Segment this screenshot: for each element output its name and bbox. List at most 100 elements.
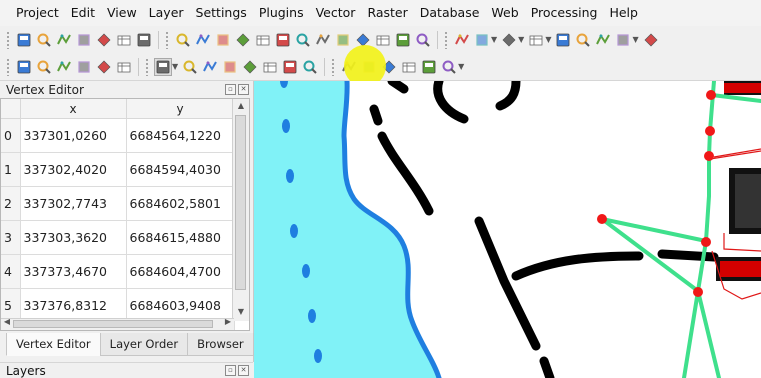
zoom-in-icon[interactable]: [214, 31, 232, 49]
add-ring-icon[interactable]: [95, 58, 113, 76]
refresh-icon[interactable]: [414, 31, 432, 49]
zoom-to-selection-icon[interactable]: [274, 31, 292, 49]
offset-curve-icon[interactable]: [420, 58, 438, 76]
snapping-icon[interactable]: [340, 58, 358, 76]
menu-processing[interactable]: Processing: [525, 0, 604, 26]
tab-browser[interactable]: Browser: [187, 333, 254, 356]
toolbar-grip[interactable]: [165, 30, 169, 49]
float-panel-icon[interactable]: ▫: [225, 84, 236, 95]
menu-database[interactable]: Database: [414, 0, 486, 26]
add-polygon-feature-icon[interactable]: [55, 58, 73, 76]
vertex-marker[interactable]: [597, 214, 607, 224]
close-panel-icon[interactable]: ✕: [238, 84, 249, 95]
copy-features-icon[interactable]: [241, 58, 259, 76]
toolbar-grip[interactable]: [6, 57, 10, 76]
fill-ring-icon[interactable]: [380, 58, 398, 76]
zoom-next-icon[interactable]: [334, 31, 352, 49]
float-layers-icon[interactable]: ▫: [225, 365, 236, 376]
menu-help[interactable]: Help: [603, 0, 644, 26]
row-index[interactable]: 3: [1, 220, 21, 255]
menu-vector[interactable]: Vector: [310, 0, 362, 26]
bookmarks-icon[interactable]: [394, 31, 412, 49]
cell-x[interactable]: 337302,7743: [20, 186, 127, 221]
horizontal-scroll-thumb[interactable]: [13, 320, 213, 328]
zoom-out-icon[interactable]: [234, 31, 252, 49]
column-header-x[interactable]: x: [20, 99, 127, 119]
close-layers-icon[interactable]: ✕: [238, 365, 249, 376]
processing-toolbox-icon[interactable]: [554, 31, 572, 49]
menu-web[interactable]: Web: [485, 0, 524, 26]
new-map-view-icon[interactable]: [354, 31, 372, 49]
column-header-y[interactable]: y: [126, 99, 235, 119]
vertex-tool-icon[interactable]: [154, 57, 172, 76]
scroll-up-icon[interactable]: ▲: [233, 99, 249, 113]
identify-icon[interactable]: [453, 31, 471, 49]
annotation-icon[interactable]: [614, 31, 632, 49]
pan-icon[interactable]: [174, 31, 192, 49]
dropdown-arrow-icon[interactable]: ▼: [172, 62, 178, 71]
menu-view[interactable]: View: [101, 0, 143, 26]
tips-icon[interactable]: [642, 31, 660, 49]
layout-manager-icon[interactable]: [115, 31, 133, 49]
cell-x[interactable]: 337373,4670: [20, 254, 127, 289]
delete-selected-icon[interactable]: [201, 58, 219, 76]
paste-features-icon[interactable]: [261, 58, 279, 76]
undo-icon[interactable]: [281, 58, 299, 76]
vertical-scrollbar[interactable]: ▲ ▼: [232, 99, 249, 321]
style-manager-icon[interactable]: [135, 31, 153, 49]
reshape-icon[interactable]: [400, 58, 418, 76]
cell-y[interactable]: 6684602,5801: [126, 186, 235, 221]
map-canvas[interactable]: [254, 81, 761, 378]
cell-x[interactable]: 337301,0260: [20, 118, 127, 153]
temporal-controller-icon[interactable]: [374, 31, 392, 49]
cell-y[interactable]: 6684564,1220: [126, 118, 235, 153]
open-project-icon[interactable]: [35, 31, 53, 49]
select-features-icon[interactable]: [473, 31, 491, 49]
table-row[interactable]: 3 337303,3620 6684615,4880: [1, 220, 235, 255]
vertex-marker[interactable]: [706, 90, 716, 100]
cell-y[interactable]: 6684594,4030: [126, 152, 235, 187]
zoom-full-icon[interactable]: [254, 31, 272, 49]
save-as-icon[interactable]: [75, 31, 93, 49]
new-project-icon[interactable]: [15, 31, 33, 49]
menu-raster[interactable]: Raster: [361, 0, 413, 26]
zoom-last-icon[interactable]: [314, 31, 332, 49]
tab-vertex-editor[interactable]: Vertex Editor: [6, 333, 101, 356]
row-index[interactable]: 2: [1, 186, 21, 221]
cell-x[interactable]: 337302,4020: [20, 152, 127, 187]
vertex-marker[interactable]: [704, 151, 714, 161]
vertex-marker[interactable]: [705, 126, 715, 136]
redo-icon[interactable]: [301, 58, 319, 76]
new-print-layout-icon[interactable]: [95, 31, 113, 49]
split-features-icon[interactable]: [440, 58, 458, 76]
trace-icon[interactable]: [360, 58, 378, 76]
toolbar-grip[interactable]: [444, 30, 448, 49]
save-project-icon[interactable]: [55, 31, 73, 49]
current-edits-icon[interactable]: [15, 58, 33, 76]
table-row[interactable]: 2 337302,7743 6684602,5801: [1, 186, 235, 221]
cut-features-icon[interactable]: [221, 58, 239, 76]
pan-to-selection-icon[interactable]: [194, 31, 212, 49]
dropdown-arrow-icon[interactable]: ▼: [545, 35, 551, 44]
vertex-marker[interactable]: [701, 237, 711, 247]
vertex-markers[interactable]: [597, 90, 716, 297]
menu-settings[interactable]: Settings: [190, 0, 253, 26]
table-row[interactable]: 0 337301,0260 6684564,1220: [1, 118, 235, 153]
cell-y[interactable]: 6684615,4880: [126, 220, 235, 255]
scroll-right-icon[interactable]: ▶: [222, 317, 234, 326]
dropdown-arrow-icon[interactable]: ▼: [518, 35, 524, 44]
modify-attributes-icon[interactable]: [181, 58, 199, 76]
statistics-icon[interactable]: [574, 31, 592, 49]
toolbar-grip[interactable]: [6, 30, 10, 49]
dropdown-arrow-icon[interactable]: ▼: [632, 35, 638, 44]
vertex-marker[interactable]: [693, 287, 703, 297]
menu-layer[interactable]: Layer: [143, 0, 190, 26]
dropdown-arrow-icon[interactable]: ▼: [458, 62, 464, 71]
table-row[interactable]: 1 337302,4020 6684594,4030: [1, 152, 235, 187]
row-index[interactable]: 0: [1, 118, 21, 153]
dropdown-arrow-icon[interactable]: ▼: [491, 35, 497, 44]
toggle-editing-icon[interactable]: [35, 58, 53, 76]
zoom-to-layer-icon[interactable]: [294, 31, 312, 49]
vertical-scroll-thumb[interactable]: [235, 115, 246, 290]
field-calculator-icon[interactable]: [527, 31, 545, 49]
